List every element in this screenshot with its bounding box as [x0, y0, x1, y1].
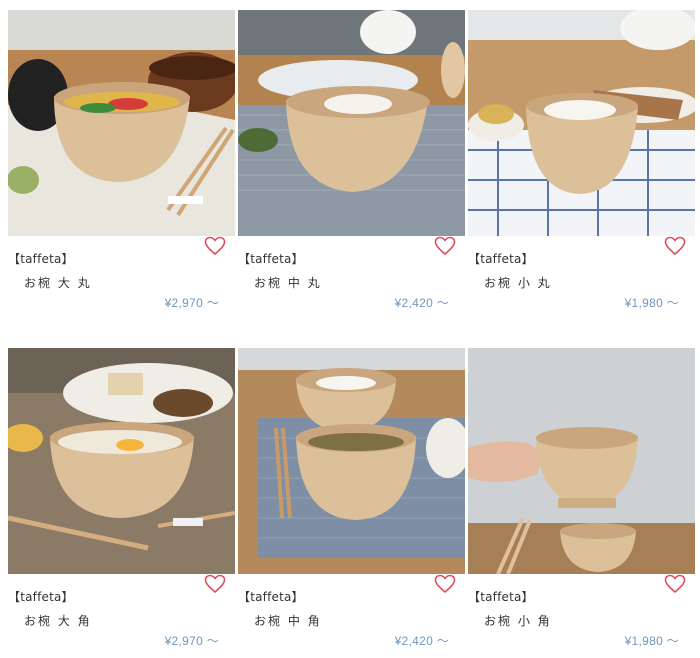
product-brand: 【taffeta】	[8, 590, 74, 604]
product-brand: 【taffeta】	[468, 590, 534, 604]
product-price: ¥2,970 ～	[164, 296, 219, 310]
product-name[interactable]: お椀 大 角	[24, 612, 92, 629]
product-brand: 【taffeta】	[238, 252, 304, 266]
product-brand: 【taffeta】	[8, 252, 74, 266]
product-image[interactable]	[468, 10, 695, 236]
product-name[interactable]: お椀 中 角	[254, 612, 322, 629]
product-image[interactable]	[468, 348, 695, 574]
favorite-heart-icon[interactable]	[204, 574, 226, 594]
product-price: ¥2,420 ～	[394, 296, 449, 310]
favorite-heart-icon[interactable]	[664, 236, 686, 256]
product-image[interactable]	[8, 348, 235, 574]
product-image[interactable]	[238, 348, 465, 574]
product-name[interactable]: お椀 小 丸	[484, 274, 552, 291]
favorite-heart-icon[interactable]	[204, 236, 226, 256]
product-price: ¥1,980 ～	[624, 296, 679, 310]
product-name[interactable]: お椀 中 丸	[254, 274, 322, 291]
product-price: ¥1,980 ～	[624, 634, 679, 648]
favorite-heart-icon[interactable]	[434, 574, 456, 594]
product-image[interactable]	[8, 10, 235, 236]
favorite-heart-icon[interactable]	[434, 236, 456, 256]
product-name[interactable]: お椀 大 丸	[24, 274, 92, 291]
favorite-heart-icon[interactable]	[664, 574, 686, 594]
product-brand: 【taffeta】	[238, 590, 304, 604]
product-name[interactable]: お椀 小 角	[484, 612, 552, 629]
product-price: ¥2,420 ～	[394, 634, 449, 648]
product-brand: 【taffeta】	[468, 252, 534, 266]
product-image[interactable]	[238, 10, 465, 236]
product-price: ¥2,970 ～	[164, 634, 219, 648]
